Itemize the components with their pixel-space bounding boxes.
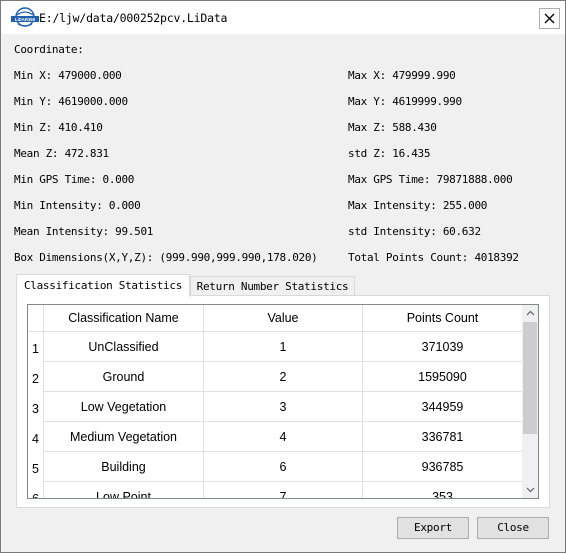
coordinate-label: Coordinate: [14,43,84,56]
std-intensity-label: std Intensity: 60.632 [348,225,481,238]
classification-table[interactable]: Classification Name Value Points Count 1… [27,304,539,499]
cell-points-count: 1595090 [363,362,522,392]
vertical-scrollbar[interactable] [522,305,538,498]
cell-classification-name: UnClassified [44,332,204,362]
min-gps-time-label: Min GPS Time: 0.000 [14,173,135,186]
row-index: 6 [28,482,44,498]
scrollbar-thumb[interactable] [523,322,537,434]
cell-classification-name: Low Vegetation [44,392,204,422]
max-y-label: Max Y: 4619999.990 [348,95,462,108]
table-grid: Classification Name Value Points Count 1… [28,305,522,498]
row-index: 4 [28,422,44,452]
tab-return-number-statistics[interactable]: Return Number Statistics [190,276,355,296]
header-classification-name[interactable]: Classification Name [44,305,204,332]
row-index: 3 [28,392,44,422]
min-z-label: Min Z: 410.410 [14,121,103,134]
title-bar[interactable]: LiDAR360 E:/ljw/data/000252pcv.LiData [1,1,565,34]
cell-points-count: 336781 [363,422,522,452]
max-z-label: Max Z: 588.430 [348,121,437,134]
scroll-up-button[interactable] [522,305,538,321]
max-intensity-label: Max Intensity: 255.000 [348,199,488,212]
cell-value: 6 [204,452,363,482]
tab-classification-statistics[interactable]: Classification Statistics [16,274,190,297]
chevron-up-icon [526,310,534,316]
header-value[interactable]: Value [204,305,363,332]
cell-value: 3 [204,392,363,422]
lidar-app-icon: LiDAR360 [11,7,39,27]
row-index: 2 [28,362,44,392]
row-index: 1 [28,332,44,362]
close-icon [544,13,555,24]
cell-value: 1 [204,332,363,362]
cell-classification-name: Building [44,452,204,482]
window-title: E:/ljw/data/000252pcv.LiData [39,11,228,25]
header-points-count[interactable]: Points Count [363,305,522,332]
cell-points-count: 371039 [363,332,522,362]
corner-header [28,305,44,332]
cell-classification-name: Ground [44,362,204,392]
classification-statistics-panel: Classification Name Value Points Count 1… [16,295,550,508]
cell-value: 2 [204,362,363,392]
cell-points-count: 344959 [363,392,522,422]
cell-points-count: 936785 [363,452,522,482]
close-button[interactable]: Close [477,517,549,539]
chevron-down-icon [526,487,534,493]
logo-text: LiDAR360 [15,17,36,22]
cell-classification-name: Medium Vegetation [44,422,204,452]
export-button[interactable]: Export [397,517,469,539]
max-gps-time-label: Max GPS Time: 79871888.000 [348,173,513,186]
min-x-label: Min X: 479000.000 [14,69,122,82]
window-close-button[interactable] [539,8,560,29]
min-intensity-label: Min Intensity: 0.000 [14,199,141,212]
statistics-dialog: LiDAR360 E:/ljw/data/000252pcv.LiData Co… [0,0,566,553]
cell-value: 7 [204,482,363,498]
mean-z-label: Mean Z: 472.831 [14,147,109,160]
row-index: 5 [28,452,44,482]
total-points-label: Total Points Count: 4018392 [348,251,519,264]
box-dimensions-label: Box Dimensions(X,Y,Z): (999.990,999.990,… [14,251,318,264]
scroll-down-button[interactable] [522,482,538,498]
cell-value: 4 [204,422,363,452]
max-x-label: Max X: 479999.990 [348,69,456,82]
mean-intensity-label: Mean Intensity: 99.501 [14,225,154,238]
std-z-label: std Z: 16.435 [348,147,431,160]
cell-classification-name: Low Point [44,482,204,498]
min-y-label: Min Y: 4619000.000 [14,95,128,108]
cell-points-count: 353 [363,482,522,498]
